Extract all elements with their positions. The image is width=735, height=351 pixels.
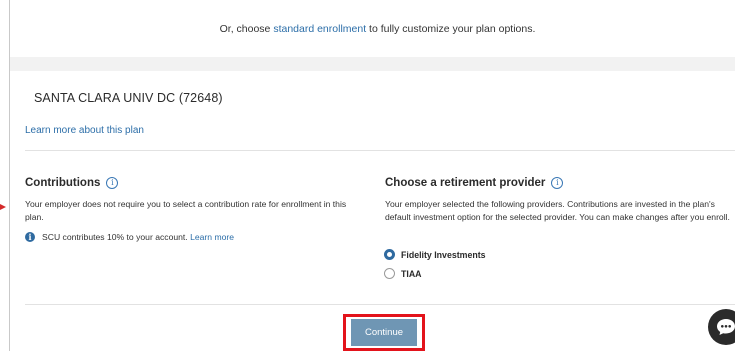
contribution-note-text: SCU contributes 10% to your account. — [42, 232, 188, 242]
info-icon[interactable]: i — [551, 177, 564, 189]
banner-prefix: Or, choose — [219, 22, 271, 35]
section-separator-band — [10, 57, 735, 71]
contributions-heading: Contributions i — [25, 177, 119, 189]
continue-highlight-box: Continue — [343, 314, 425, 351]
radio-button-selected[interactable] — [384, 249, 395, 260]
radio-button[interactable] — [384, 268, 395, 279]
provider-heading: Choose a retirement provider i — [385, 177, 564, 189]
employer-contribution-note: i SCU contributes 10% to your account. L… — [25, 232, 234, 242]
contributions-title: Contributions — [25, 177, 101, 189]
standard-enrollment-banner: Or, choose standard enrollment to fully … — [10, 0, 735, 57]
provider-option-tiaa[interactable]: TIAA — [384, 268, 422, 279]
banner-suffix: to fully customize your plan options. — [369, 22, 536, 35]
continue-button[interactable]: Continue — [351, 319, 417, 346]
enrollment-panel: Or, choose standard enrollment to fully … — [9, 0, 735, 351]
info-icon[interactable]: i — [106, 177, 119, 189]
annotation-arrow — [0, 204, 6, 210]
divider — [25, 150, 735, 151]
contributions-description: Your employer does not require you to se… — [25, 199, 347, 222]
info-icon: i — [25, 232, 35, 242]
standard-enrollment-link[interactable]: standard enrollment — [273, 23, 366, 35]
learn-more-plan-link[interactable]: Learn more about this plan — [25, 125, 144, 136]
provider-option-label: Fidelity Investments — [401, 249, 486, 260]
divider — [25, 304, 735, 305]
provider-option-fidelity[interactable]: Fidelity Investments — [384, 249, 486, 260]
plan-name: SANTA CLARA UNIV DC (72648) — [34, 91, 223, 105]
provider-description: Your employer selected the following pro… — [385, 199, 730, 222]
learn-more-contribution-link[interactable]: Learn more — [190, 232, 234, 242]
provider-option-label: TIAA — [401, 268, 422, 279]
chat-bubble-icon — [717, 319, 735, 335]
provider-title: Choose a retirement provider — [385, 177, 546, 189]
